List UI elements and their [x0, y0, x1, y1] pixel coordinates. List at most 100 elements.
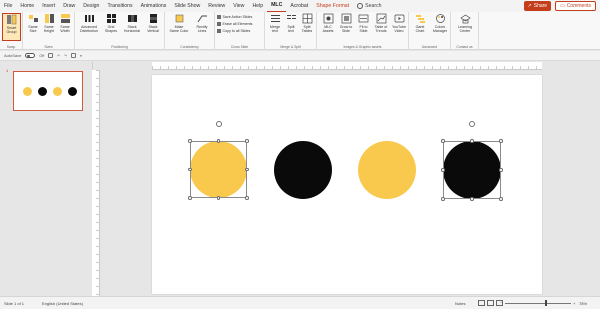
notes-button[interactable]: Notes [455, 301, 465, 306]
language-indicator[interactable]: English (United States) [42, 301, 83, 306]
tab-design[interactable]: Design [79, 0, 103, 12]
group-label-positioning: Positioning [111, 45, 128, 49]
share-button[interactable]: ↗ Share [523, 1, 552, 11]
resize-handle[interactable] [441, 197, 445, 201]
stack-horizontal-button[interactable]: Stack Horizontal [121, 13, 143, 33]
tab-insert[interactable]: Insert [38, 0, 59, 12]
rotate-handle-icon[interactable] [469, 121, 475, 127]
group-advanced: Gantt Chart Colors Manager Advanced [409, 12, 451, 50]
trends-icon [376, 13, 387, 24]
mlc-assets-button[interactable]: MLC Assets [319, 13, 337, 33]
split-tables-button[interactable]: Split Tables [299, 13, 315, 33]
youtube-video-button[interactable]: YouTube Video [390, 13, 408, 33]
undo-icon[interactable]: ↶ [57, 54, 60, 58]
start-from-beginning-icon[interactable] [71, 53, 77, 58]
advanced-distribution-label: Advanced Distribution [80, 25, 98, 33]
resize-handle[interactable] [441, 139, 445, 143]
slide-thumbnail-1[interactable] [13, 71, 83, 111]
tab-acrobat[interactable]: Acrobat [286, 0, 312, 12]
zoom-slider[interactable] [505, 303, 571, 304]
zoom-out-icon[interactable]: − [500, 300, 502, 305]
resize-handle[interactable] [188, 139, 192, 143]
resize-handle[interactable] [188, 196, 192, 200]
colors-manager-button[interactable]: Colors Manager [430, 13, 450, 33]
stack-vertical-button[interactable]: Stack Vertical [143, 13, 163, 33]
slide-sorter-icon[interactable] [487, 300, 494, 306]
tab-review[interactable]: Review [204, 0, 229, 12]
rectify-lines-button[interactable]: Rectify Lines [192, 13, 212, 33]
tab-draw[interactable]: Draw [59, 0, 79, 12]
fit-icon [358, 13, 369, 24]
stack-horizontal-label: Stack Horizontal [123, 25, 141, 33]
same-size-button[interactable]: Same Size [25, 13, 41, 33]
tab-help[interactable]: Help [248, 0, 267, 12]
save-icon[interactable] [48, 53, 54, 58]
tab-animations[interactable]: Animations [137, 0, 171, 12]
resize-handle[interactable] [245, 196, 249, 200]
split-text-button[interactable]: Split text [283, 13, 299, 33]
resize-handle[interactable] [470, 197, 474, 201]
make-same-color-label: Make Same Color [169, 25, 189, 33]
group-label-advanced: Advanced [421, 45, 438, 49]
slide-thumbnail-pane: 1 [0, 62, 92, 296]
same-width-button[interactable]: Same Width [57, 13, 73, 33]
same-height-button[interactable]: Same Height [41, 13, 57, 33]
save-action-slides-button[interactable]: Save Action Slides [217, 15, 252, 19]
zoom-slider-thumb[interactable] [545, 300, 547, 306]
normal-view-icon[interactable] [478, 300, 485, 306]
same-width-label: Same Width [60, 25, 70, 33]
tab-home[interactable]: Home [16, 0, 38, 12]
copy-icon [217, 29, 221, 33]
grow-to-slide-button[interactable]: Grow to Slide [337, 13, 355, 33]
same-width-icon [60, 13, 71, 24]
erase-all-elements-button[interactable]: Erase all Elements [217, 22, 252, 26]
tab-view[interactable]: View [229, 0, 248, 12]
resize-handle[interactable] [499, 168, 503, 172]
resize-handle[interactable] [245, 139, 249, 143]
learning-center-label: Learning Center [458, 25, 472, 33]
group-positioning: Advanced Distribution Grid Shapes Stack … [75, 12, 165, 50]
tab-file[interactable]: File [0, 0, 16, 12]
stack-vertical-label: Stack Vertical [147, 25, 159, 33]
rotate-handle-icon[interactable] [215, 121, 222, 127]
tab-slide-show[interactable]: Slide Show [170, 0, 204, 12]
zoom-level[interactable]: 78% [579, 301, 587, 306]
circle-3[interactable] [358, 141, 416, 199]
group-label-swap: Swap [6, 45, 16, 49]
resize-handle[interactable] [441, 168, 445, 172]
resize-handle[interactable] [216, 139, 221, 143]
resize-handle[interactable] [188, 167, 192, 172]
circle-2[interactable] [274, 141, 332, 199]
slide-canvas[interactable] [152, 75, 542, 294]
advanced-distribution-button[interactable]: Advanced Distribution [77, 13, 101, 33]
smart-group-button[interactable]: Smart Group [2, 13, 21, 41]
resize-handle[interactable] [216, 196, 221, 200]
grid-shapes-label: Grid Shapes [104, 25, 118, 33]
eraser-icon [217, 22, 221, 26]
table-of-trends-button[interactable]: Table of Trends [372, 13, 390, 33]
grid-shapes-button[interactable]: Grid Shapes [102, 13, 120, 33]
table-of-trends-label: Table of Trends [374, 25, 388, 33]
search-box[interactable]: Search [357, 3, 382, 9]
rectify-lines-icon [197, 13, 208, 24]
learning-center-button[interactable]: Learning Center [453, 13, 477, 33]
resize-handle[interactable] [245, 167, 249, 172]
resize-handle[interactable] [470, 139, 474, 143]
zoom-in-icon[interactable]: + [573, 301, 575, 306]
autosave-toggle[interactable] [25, 53, 36, 58]
resize-handle[interactable] [499, 197, 503, 201]
make-same-color-button[interactable]: Make Same Color [167, 13, 191, 33]
comments-button[interactable]: ▭ Comments [555, 1, 596, 11]
tab-shape-format[interactable]: Shape Format [312, 0, 353, 12]
gantt-icon [415, 13, 426, 24]
resize-handle[interactable] [499, 139, 503, 143]
group-consistency: Make Same Color Rectify Lines Consistenc… [165, 12, 215, 50]
redo-icon[interactable]: ↷ [64, 54, 67, 58]
copy-to-all-slides-button[interactable]: Copy to all Slides [217, 29, 250, 33]
merge-text-button[interactable]: Merge text [267, 13, 283, 33]
tab-transitions[interactable]: Transitions [103, 0, 136, 12]
tab-mlc[interactable]: MLC [267, 0, 287, 12]
customize-toolbar-icon[interactable]: ▾ [80, 54, 82, 58]
fit-to-slide-button[interactable]: Fit to Slide [355, 13, 372, 33]
gantt-chart-button[interactable]: Gantt Chart [411, 13, 429, 33]
